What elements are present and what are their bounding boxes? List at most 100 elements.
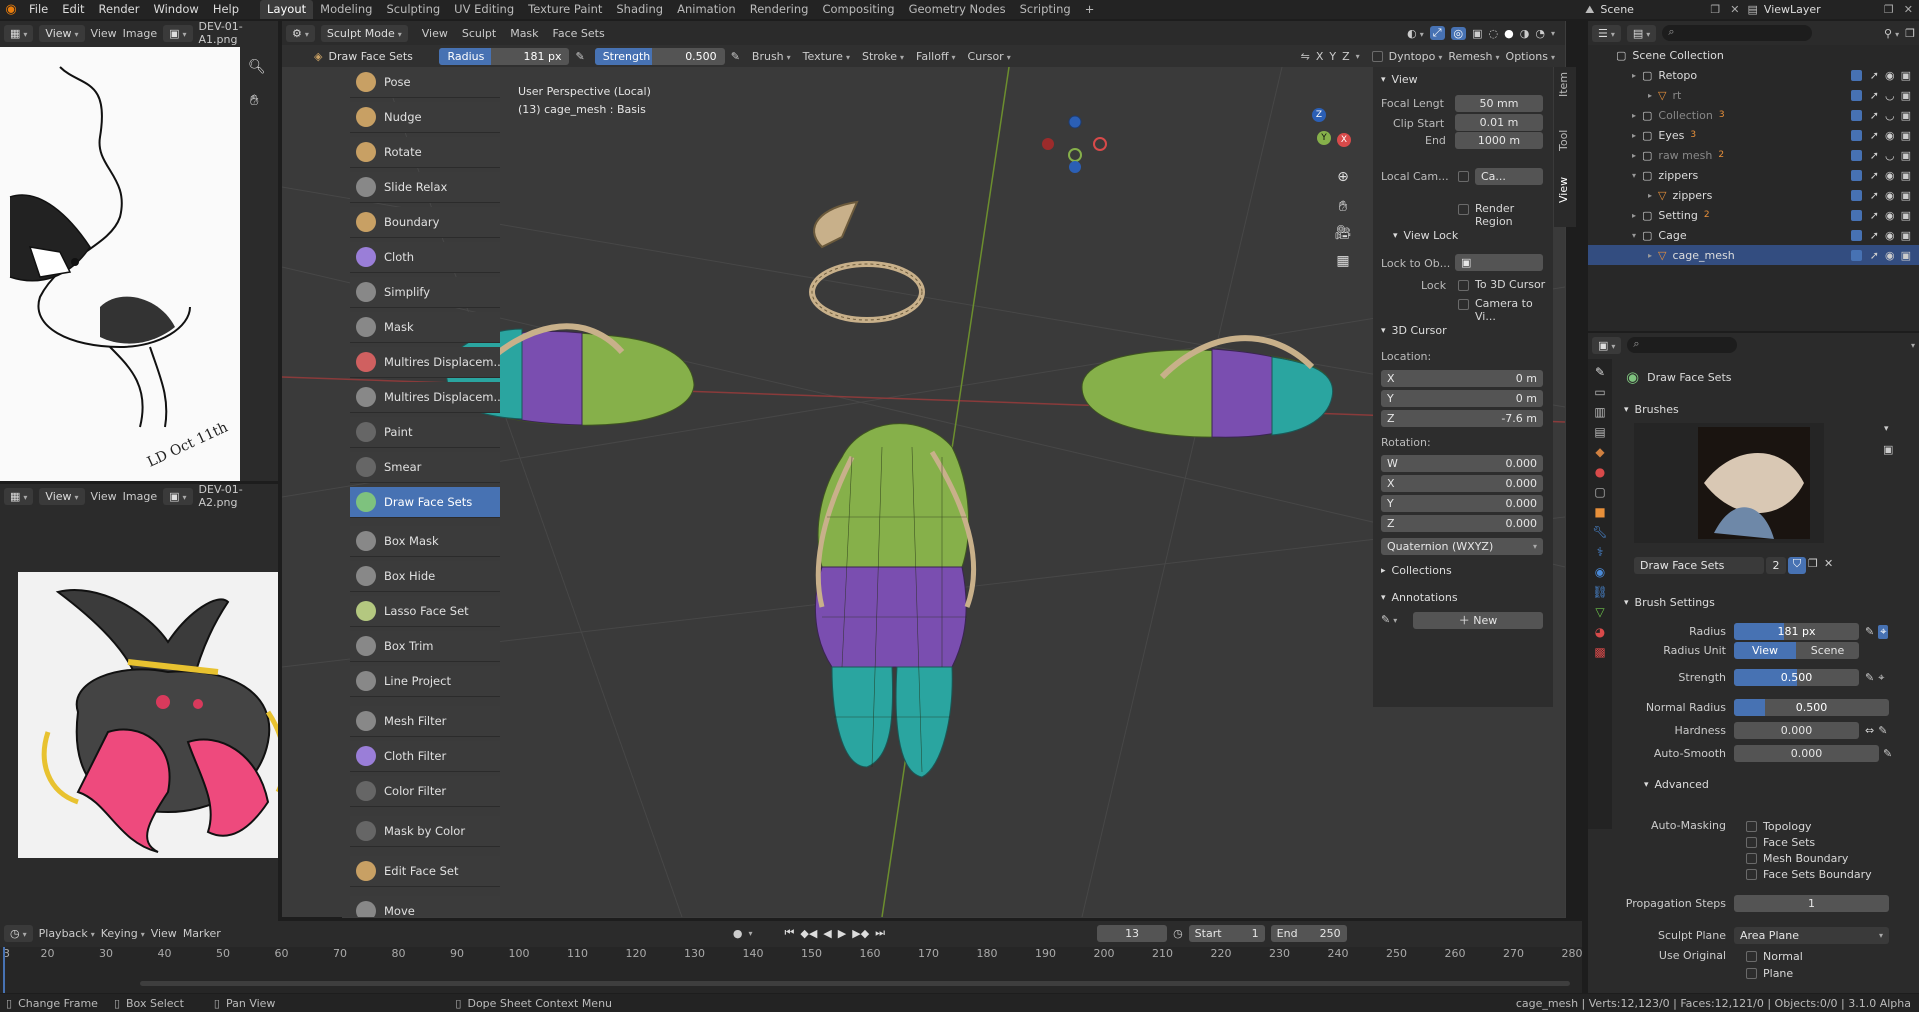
blender-logo-icon[interactable]: ◉: [0, 2, 22, 17]
strength-lock-icon[interactable]: ⌖: [1878, 671, 1884, 685]
preview-range-icon[interactable]: ◷: [1173, 927, 1183, 940]
shading-solid-icon[interactable]: ●: [1504, 27, 1514, 40]
collection-tab-icon[interactable]: ▢: [1594, 485, 1605, 499]
falloff-dropdown[interactable]: Falloff ▾: [916, 50, 956, 63]
visibility-eye-icon[interactable]: ◉: [1885, 129, 1895, 142]
tool-rotate[interactable]: Rotate: [350, 137, 500, 168]
menu-face-sets[interactable]: Face Sets: [553, 27, 605, 40]
play-reverse-icon[interactable]: ◀: [823, 927, 831, 940]
visibility-eye-icon[interactable]: ◉: [1885, 249, 1895, 262]
tab-animation[interactable]: Animation: [670, 0, 743, 19]
options-dropdown[interactable]: Options ▾: [1506, 50, 1555, 63]
outliner-row[interactable]: ▸ ▢ Collection 3 ➚ ◡ ▣: [1588, 105, 1919, 125]
annotations-section-header[interactable]: ▾ Annotations: [1381, 591, 1458, 604]
visibility-eye-icon[interactable]: ◉: [1885, 229, 1895, 242]
editor-type-icon[interactable]: ⚙ ▾: [286, 24, 315, 42]
tab-layout[interactable]: Layout: [260, 0, 314, 19]
modifier-tab-icon[interactable]: 🔧︎: [1592, 525, 1607, 539]
unlink-brush-icon[interactable]: ✕: [1824, 557, 1833, 570]
brush-icon[interactable]: ◈: [314, 50, 322, 63]
options-icon[interactable]: ▾: [1911, 341, 1915, 350]
brush-preview[interactable]: [1634, 423, 1824, 543]
select-arrow-icon[interactable]: ➚: [1870, 129, 1879, 142]
autosmooth-pressure-icon[interactable]: ✎: [1883, 747, 1892, 760]
collections-section-header[interactable]: ▸ Collections: [1381, 564, 1452, 577]
editor-type-icon[interactable]: ▦ ▾: [4, 24, 34, 42]
brush-datablock-field[interactable]: Draw Face Sets: [1634, 557, 1764, 574]
menu-sculpt[interactable]: Sculpt: [462, 27, 496, 40]
expand-arrow-icon[interactable]: ▸: [1648, 91, 1652, 100]
editor-type-icon[interactable]: ▦ ▾: [4, 487, 34, 505]
gizmo-toggle-icon[interactable]: ⤢: [1429, 26, 1445, 40]
image-browse-icon[interactable]: ▣ ▾: [163, 24, 193, 42]
fake-user-shield-icon[interactable]: ⛉: [1788, 557, 1806, 574]
marker-menu[interactable]: Marker: [183, 927, 221, 940]
strength-pressure-icon[interactable]: ✎: [1865, 671, 1874, 684]
jump-end-icon[interactable]: ⏭: [875, 926, 885, 940]
constraints-tab-icon[interactable]: ⛓: [1592, 585, 1607, 599]
shading-rendered-icon[interactable]: ◔: [1535, 27, 1545, 40]
tool-mask[interactable]: Mask: [350, 312, 500, 343]
outliner-row[interactable]: ▾ ▢ zippers ➚ ◉ ▣: [1588, 165, 1919, 185]
local-camera-field[interactable]: Ca...: [1475, 168, 1543, 185]
tool-simplify[interactable]: Simplify: [350, 277, 500, 308]
automask-option[interactable]: Face Sets: [1746, 834, 1872, 850]
viewlayer-close-icon[interactable]: ✕: [1904, 3, 1913, 16]
3d-cursor-section-header[interactable]: ▾ 3D Cursor: [1381, 324, 1447, 337]
exclude-checkbox[interactable]: [1850, 209, 1862, 221]
tool-smear[interactable]: Smear: [350, 452, 500, 483]
end-frame-field[interactable]: End 250: [1270, 924, 1347, 942]
tool-move[interactable]: Move: [350, 896, 500, 917]
tool-pose[interactable]: Pose: [350, 67, 500, 98]
expand-arrow-icon[interactable]: ▸: [1648, 191, 1652, 200]
image-filename[interactable]: DEV-01-A1.png: [199, 21, 274, 46]
strength-field[interactable]: 0.500: [1734, 669, 1859, 686]
render-camera-icon[interactable]: ▣: [1901, 69, 1911, 82]
tool-slide-relax[interactable]: Slide Relax: [350, 172, 500, 203]
checkbox[interactable]: [1746, 852, 1757, 864]
exclude-checkbox[interactable]: [1850, 149, 1862, 161]
tab-sculpting[interactable]: Sculpting: [379, 0, 447, 19]
expand-arrow-icon[interactable]: ▸: [1632, 151, 1636, 160]
camera-to-view-checkbox[interactable]: [1458, 299, 1469, 310]
tool-paint[interactable]: Paint: [350, 417, 500, 448]
exclude-checkbox[interactable]: [1850, 189, 1862, 201]
view-menu-2[interactable]: View: [91, 490, 117, 503]
duplicate-brush-icon[interactable]: ❐: [1808, 557, 1818, 570]
expand-arrow-icon[interactable]: ▸: [1632, 211, 1636, 220]
tool-edit-face-set[interactable]: Edit Face Set: [350, 856, 500, 887]
annotation-layer-dropdown[interactable]: ✎ ▾: [1381, 613, 1397, 626]
menu-render[interactable]: Render: [92, 0, 147, 19]
checkbox[interactable]: [1746, 820, 1757, 832]
view-lock-section-header[interactable]: ▾ View Lock: [1393, 229, 1458, 242]
radius-slider[interactable]: Radius 181 px: [439, 47, 570, 65]
symmetry-icon[interactable]: ⇋: [1301, 50, 1310, 63]
outliner-row[interactable]: ▸ ▽ zippers ➚ ◉ ▣: [1588, 185, 1919, 205]
add-workspace-icon[interactable]: +: [1078, 0, 1102, 19]
clip-end-field[interactable]: 1000 m: [1455, 132, 1543, 149]
scene-icon[interactable]: ⛰: [1585, 3, 1594, 17]
keying-menu[interactable]: Keying ▾: [101, 927, 145, 940]
tab-view[interactable]: View: [1557, 177, 1570, 203]
checkbox[interactable]: [1746, 836, 1757, 848]
tool-nudge[interactable]: Nudge: [350, 102, 500, 133]
select-arrow-icon[interactable]: ➚: [1870, 89, 1879, 102]
cursor-location-z-field[interactable]: Z -7.6 m: [1381, 410, 1543, 427]
tab-item[interactable]: Item: [1557, 72, 1570, 97]
gizmo-y-axis[interactable]: Y: [1317, 131, 1331, 145]
dyntopo-dropdown[interactable]: Dyntopo ▾: [1389, 50, 1443, 63]
rotation-mode-dropdown[interactable]: Quaternion (WXYZ) ▾: [1381, 538, 1543, 555]
brush-name-field[interactable]: Draw Face Sets: [328, 50, 433, 63]
automask-option[interactable]: Topology: [1746, 818, 1872, 834]
timeline-scrollbar[interactable]: [140, 981, 1570, 986]
tool-draw-face-sets[interactable]: Draw Face Sets: [350, 487, 500, 518]
hardness-field[interactable]: 0.000: [1734, 722, 1859, 739]
visibility-eye-icon[interactable]: ◡: [1885, 89, 1895, 102]
tab-shading[interactable]: Shading: [609, 0, 670, 19]
outliner-row[interactable]: ▸ ▽ rt ➚ ◡ ▣: [1588, 85, 1919, 105]
menu-mask[interactable]: Mask: [510, 27, 538, 40]
tool-boundary[interactable]: Boundary: [350, 207, 500, 238]
expand-arrow-icon[interactable]: ▸: [1632, 131, 1636, 140]
visibility-eye-icon[interactable]: ◡: [1885, 149, 1895, 162]
scene-collection-row[interactable]: ▢ Scene Collection: [1588, 45, 1919, 65]
